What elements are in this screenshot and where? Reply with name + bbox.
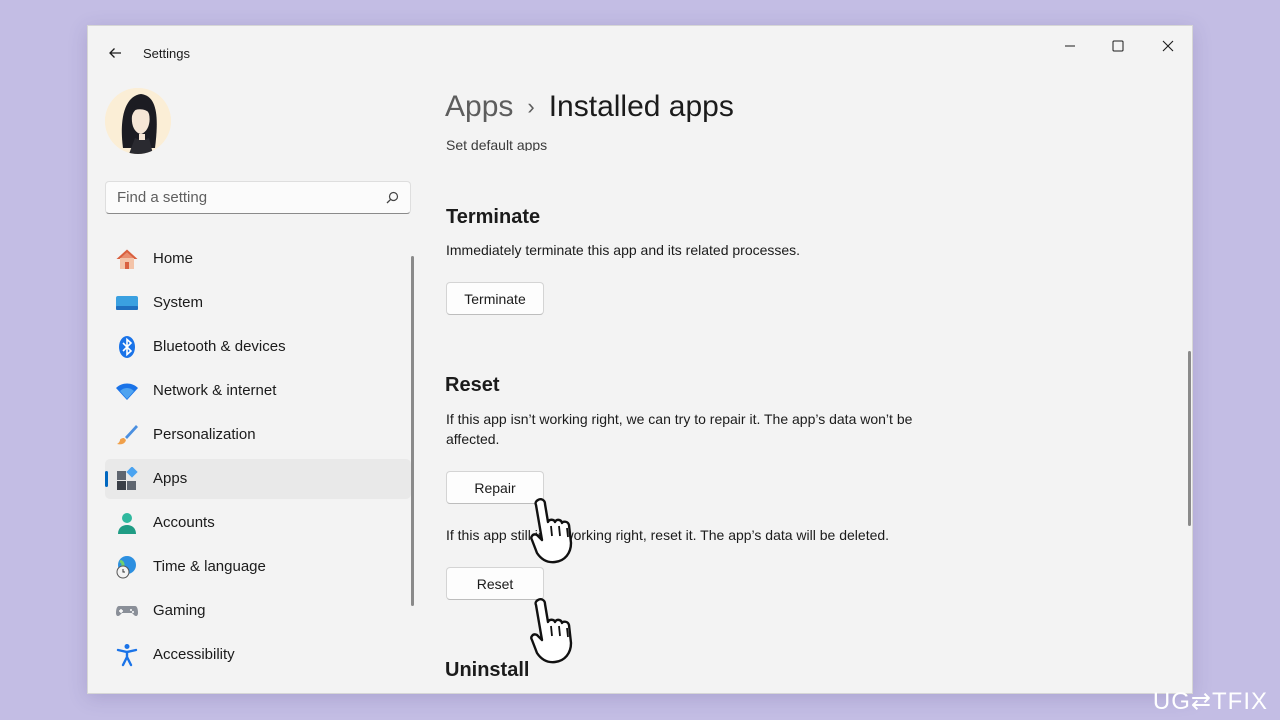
- pointer-hand-icon: [528, 496, 588, 566]
- search-input[interactable]: [106, 182, 398, 213]
- reset-description: If this app still isn’t working right, r…: [446, 527, 890, 543]
- sidebar-item-accessibility[interactable]: Accessibility: [105, 635, 411, 675]
- minimize-icon: [1065, 45, 1075, 47]
- watermark-logo: UG⇄TFIX: [1152, 688, 1268, 715]
- reset-heading: Reset: [445, 374, 500, 396]
- sidebar-scrollbar[interactable]: [411, 256, 414, 606]
- bluetooth-icon: [115, 335, 139, 359]
- user-portrait-icon: [105, 88, 171, 154]
- set-default-apps-link[interactable]: Set default apps: [446, 137, 547, 151]
- breadcrumb-separator-icon: ›: [527, 94, 535, 119]
- sidebar-item-apps[interactable]: Apps: [105, 459, 411, 499]
- maximize-icon: [1112, 40, 1124, 52]
- sidebar-item-home[interactable]: Home: [105, 239, 411, 279]
- sidebar-item-system[interactable]: System: [105, 283, 411, 323]
- sidebar-item-label: Home: [153, 250, 194, 267]
- sidebar-item-personalization[interactable]: Personalization: [105, 415, 411, 455]
- title-bar: Settings: [88, 26, 1192, 80]
- maximize-button[interactable]: [1094, 30, 1142, 62]
- close-icon: [1162, 40, 1174, 52]
- main-scrollbar[interactable]: [1188, 351, 1191, 526]
- sidebar-item-bluetooth-devices[interactable]: Bluetooth & devices: [105, 327, 411, 367]
- sidebar-item-label: Apps: [153, 470, 188, 487]
- close-button[interactable]: [1144, 30, 1192, 62]
- accessibility-icon: [115, 643, 139, 667]
- sidebar-item-label: Network & internet: [153, 382, 277, 399]
- breadcrumb-apps-link[interactable]: Apps: [445, 90, 513, 124]
- uninstall-heading: Uninstall: [445, 659, 530, 681]
- page-title: Installed apps: [548, 90, 734, 123]
- sidebar-item-gaming[interactable]: Gaming: [105, 591, 411, 631]
- terminate-heading: Terminate: [446, 206, 541, 228]
- minimize-button[interactable]: [1046, 30, 1094, 62]
- sidebar-item-network-internet[interactable]: Network & internet: [105, 371, 411, 411]
- terminate-description: Immediately terminate this app and its r…: [446, 242, 801, 258]
- settings-window: Settings Home: [87, 25, 1193, 694]
- search-box[interactable]: [105, 181, 411, 214]
- sidebar-nav: Home System Bluetooth & devices Network …: [105, 239, 411, 679]
- apps-icon: [115, 467, 139, 491]
- sidebar-item-label: Accessibility: [153, 646, 235, 663]
- account-icon: [115, 511, 139, 535]
- sidebar-item-accounts[interactable]: Accounts: [105, 503, 411, 543]
- sidebar-item-label: Accounts: [153, 514, 215, 531]
- app-title: Settings: [143, 46, 190, 61]
- pointer-hand-icon: [528, 596, 588, 666]
- back-button[interactable]: [102, 40, 128, 66]
- sidebar-item-label: Personalization: [153, 426, 256, 443]
- avatar[interactable]: [105, 88, 171, 154]
- breadcrumb: Apps › Installed apps: [445, 90, 734, 124]
- sidebar-item-label: Gaming: [153, 602, 206, 619]
- repair-description: If this app isn’t working right, we can …: [446, 411, 913, 447]
- globe-clock-icon: [115, 555, 139, 579]
- wifi-icon: [115, 379, 139, 403]
- terminate-button[interactable]: Terminate: [446, 282, 544, 315]
- gamepad-icon: [115, 599, 139, 623]
- home-icon: [115, 247, 139, 271]
- system-icon: [115, 291, 139, 315]
- brush-icon: [115, 423, 139, 447]
- back-arrow-icon: [109, 48, 121, 58]
- sidebar-item-label: Time & language: [153, 558, 266, 575]
- sidebar-item-label: System: [153, 294, 204, 311]
- search-icon[interactable]: [386, 191, 399, 209]
- sidebar-item-time-language[interactable]: Time & language: [105, 547, 411, 587]
- sidebar-item-label: Bluetooth & devices: [153, 338, 286, 355]
